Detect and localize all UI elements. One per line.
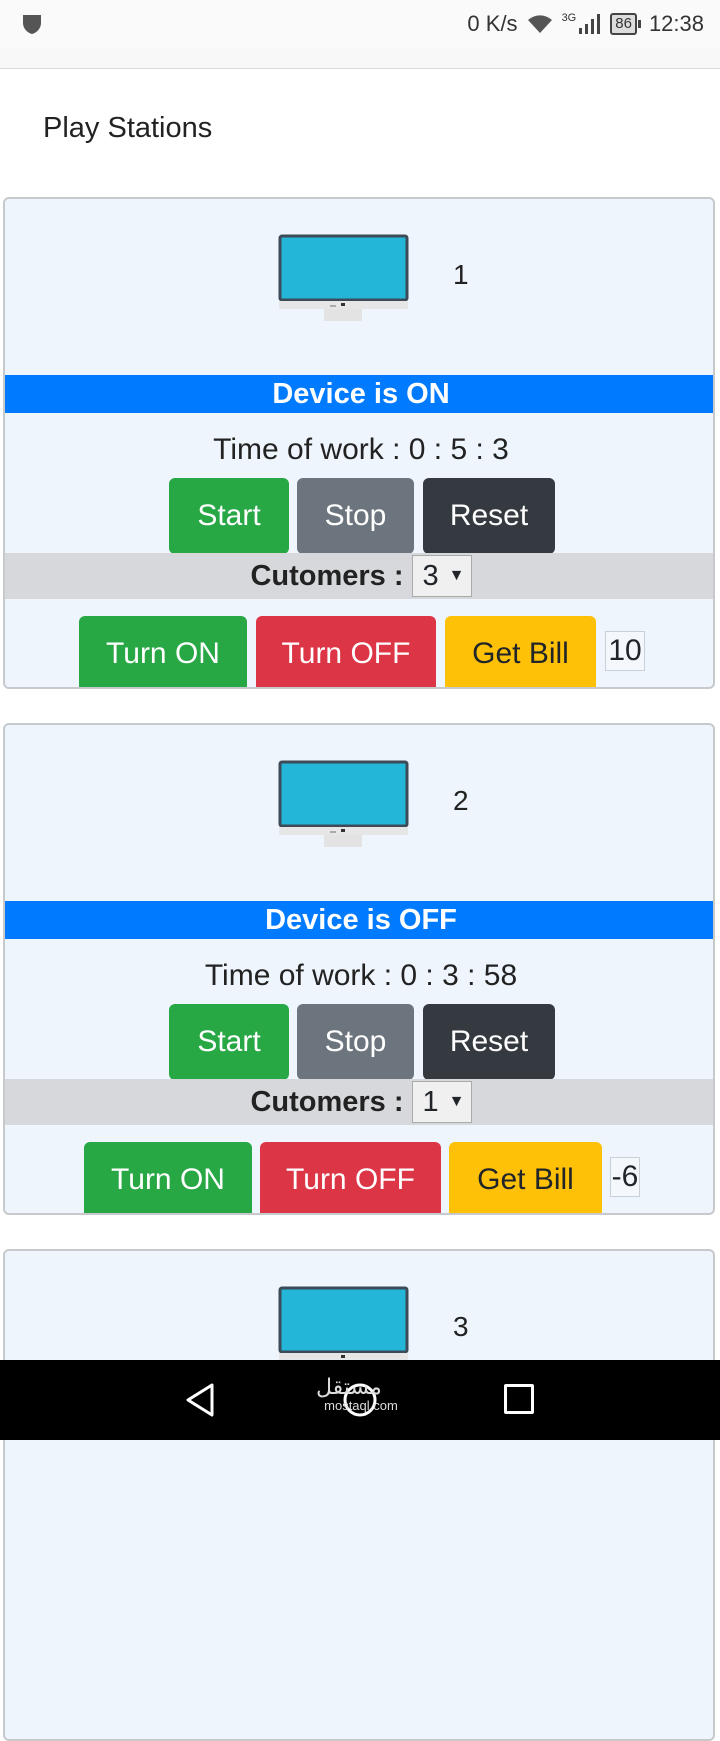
- station-number: 2: [453, 785, 469, 816]
- turn-off-button[interactable]: Turn OFF: [260, 1142, 441, 1213]
- monitor-icon: [278, 234, 409, 321]
- get-bill-button[interactable]: Get Bill: [449, 1142, 602, 1213]
- turn-on-button[interactable]: Turn ON: [84, 1142, 252, 1213]
- net-speed: 0 K/s: [467, 11, 518, 36]
- station-card-3: 3: [3, 1249, 715, 1741]
- device-status-banner: Device is OFF: [5, 901, 713, 939]
- turn-off-button[interactable]: Turn OFF: [256, 616, 436, 687]
- top-divider: [0, 48, 720, 69]
- page-title: Play Stations: [43, 112, 213, 144]
- station-number: 1: [453, 259, 469, 290]
- customers-value: 3: [422, 559, 439, 592]
- battery-icon: 86: [610, 13, 641, 35]
- customers-select[interactable]: 1 ▼: [411, 1081, 472, 1123]
- station-card-1: 1 Device is ON Time of work : 0 : 5 : 3 …: [3, 197, 715, 689]
- shield-icon: [23, 15, 41, 34]
- dropdown-arrow-icon: ▼: [448, 1093, 465, 1110]
- android-nav-bar: مستقل mostaql.com: [0, 1360, 720, 1440]
- start-button[interactable]: Start: [169, 1004, 289, 1080]
- back-icon[interactable]: [184, 1382, 216, 1418]
- bill-amount: -6: [610, 1157, 640, 1197]
- signal-label: 3G: [561, 12, 577, 24]
- stop-button[interactable]: Stop: [297, 478, 414, 554]
- signal-icon: [579, 14, 601, 34]
- customers-label: Cutomers :: [250, 1085, 404, 1118]
- customers-value: 1: [422, 1085, 439, 1118]
- customers-select[interactable]: 3 ▼: [411, 555, 472, 597]
- wifi-icon: [527, 15, 552, 33]
- bill-amount: 10: [605, 631, 645, 671]
- get-bill-button[interactable]: Get Bill: [445, 616, 596, 687]
- dropdown-arrow-icon: ▼: [448, 567, 465, 584]
- status-bar: 0 K/s 3G 86 12:38: [0, 0, 720, 48]
- time-of-work: Time of work : 0 : 3 : 58: [204, 959, 518, 992]
- start-button[interactable]: Start: [169, 478, 289, 554]
- reset-button[interactable]: Reset: [423, 1004, 555, 1080]
- reset-button[interactable]: Reset: [423, 478, 555, 554]
- station-number: 3: [453, 1311, 469, 1342]
- customers-label: Cutomers :: [250, 559, 404, 592]
- turn-on-button[interactable]: Turn ON: [79, 616, 247, 687]
- stop-button[interactable]: Stop: [297, 1004, 414, 1080]
- station-card-2: 2 Device is OFF Time of work : 0 : 3 : 5…: [3, 723, 715, 1215]
- monitor-icon: [278, 760, 409, 847]
- recent-apps-icon[interactable]: [504, 1384, 534, 1414]
- device-status-banner: Device is ON: [5, 375, 713, 413]
- clock: 12:38: [648, 11, 704, 36]
- customers-row: Cutomers : 3 ▼: [5, 553, 713, 599]
- time-of-work: Time of work : 0 : 5 : 3: [213, 433, 509, 466]
- customers-row: Cutomers : 1 ▼: [5, 1079, 713, 1125]
- watermark-logo: مستقل mostaql.com: [316, 1374, 398, 1413]
